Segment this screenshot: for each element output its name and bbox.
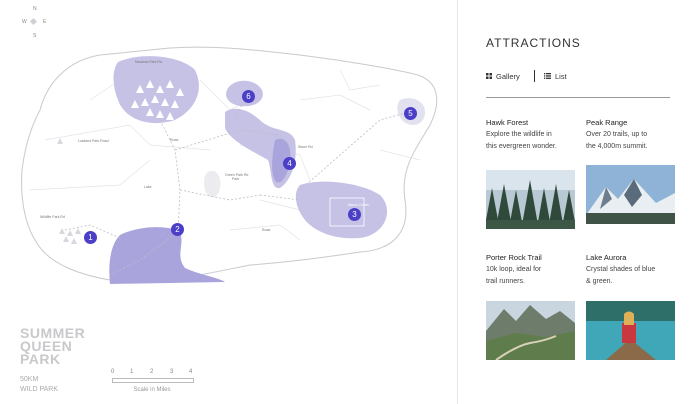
attraction-card-lake-aurora[interactable]: Lake Aurora Crystal shades of blue & gre… [586,252,676,364]
card-desc: Crystal shades of blue & green. [586,264,676,288]
map-label-parkpond: Park [232,177,240,181]
view-toggle: Gallery List [486,70,672,84]
map-label-road2: Road [170,138,179,142]
scale-caption: Scale in Miles [133,387,171,393]
scale-tick: 2 [150,369,154,375]
card-image-trail [486,301,575,360]
park-name-line3: PARK [20,351,61,367]
panel-rule [486,97,670,98]
map-marker-5[interactable]: 5 [404,107,417,120]
card-title: Peak Range [586,118,628,127]
card-desc-line: 10k loop, ideal for [486,266,542,273]
park-subtitle: 50KM WILD PARK [20,375,100,395]
list-icon [544,73,551,79]
card-desc: Explore the wildlife in this evergreen w… [486,129,576,153]
tab-gallery-label: Gallery [496,71,520,81]
park-boundary [21,46,438,282]
card-desc: Over 20 trails, up to the 4,000m summit. [586,129,676,153]
attractions-panel: ATTRACTIONS Gallery List Hawk Forest Exp… [458,0,694,404]
card-desc-line: Crystal shades of blue [586,266,656,273]
map-marker-1[interactable]: 1 [84,231,97,244]
card-desc-line: the 4,000m summit. [586,143,648,150]
card-image-mountain [586,165,675,224]
card-image-forest [486,170,575,229]
tab-separator [534,70,535,82]
tab-gallery[interactable]: Gallery [486,70,520,82]
card-desc-line: Over 20 trails, up to [586,131,648,138]
attraction-card-porter-rock-trail[interactable]: Porter Rock Trail 10k loop, ideal for tr… [486,252,576,364]
map-scale: 0 1 2 3 4 Scale in Miles [110,369,194,399]
park-size: 50KM [20,376,39,383]
lake-small [204,170,221,198]
map-label-left: Lowland Park Road [78,139,109,143]
map-marker-2[interactable]: 2 [171,223,184,236]
card-image-lake [586,301,675,360]
park-map[interactable]: N W E S Meadow Park Rd Lowland Park Road… [0,0,457,404]
card-title: Hawk Forest [486,118,529,127]
panel-title: ATTRACTIONS [486,36,581,50]
map-label-west: Wildlife Park Rd [40,215,65,219]
card-desc-line: & green. [586,278,613,285]
map-label-stone: Stone Rd [298,145,313,149]
tab-list-label: List [555,71,567,81]
grid-icon [486,73,492,79]
map-marker-4[interactable]: 4 [283,157,296,170]
card-title: Porter Rock Trail [486,253,542,262]
park-type: WILD PARK [20,386,58,393]
scale-tick: 0 [111,369,115,375]
scale-tick: 1 [130,369,134,375]
map-marker-6[interactable]: 6 [242,90,255,103]
scale-tick: 4 [189,369,193,375]
scale-tick: 3 [170,369,174,375]
card-desc-line: this evergreen wonder. [486,143,557,150]
map-label-manor: Manor Center [348,203,370,207]
card-title: Lake Aurora [586,253,627,262]
attraction-card-peak-range[interactable]: Peak Range Over 20 trails, up to the 4,0… [586,117,676,229]
park-name: SUMMER QUEEN PARK [20,326,110,367]
map-label-top: Meadow Park Rd [135,60,162,64]
tab-list[interactable]: List [544,70,567,82]
card-desc-line: Explore the wildlife in [486,131,552,138]
attraction-card-hawk-forest[interactable]: Hawk Forest Explore the wildlife in this… [486,117,576,229]
scale-bar [112,378,194,383]
map-label-lake: Lake [144,185,152,189]
card-desc-line: trail runners. [486,278,525,285]
map-marker-3[interactable]: 3 [348,208,361,221]
map-label-road3: Road [262,228,271,232]
card-desc: 10k loop, ideal for trail runners. [486,264,576,288]
